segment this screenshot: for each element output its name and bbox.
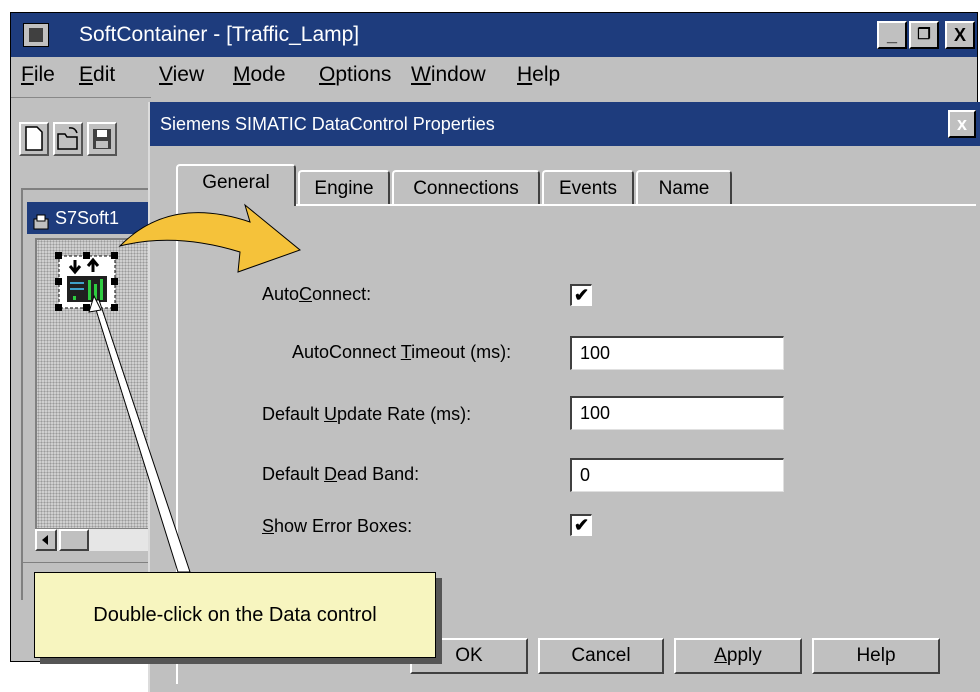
menu-bar: File Edit View Mode Options Window Help	[11, 57, 977, 97]
dead-band-label: Default Dead Band:	[262, 464, 420, 484]
menu-file[interactable]: File	[21, 63, 55, 87]
autoconnect-timeout-field[interactable]	[570, 336, 784, 370]
menu-help[interactable]: Help	[517, 63, 560, 87]
update-rate-label: Default Update Rate (ms):	[262, 404, 472, 424]
scroll-thumb[interactable]	[59, 529, 89, 551]
autoconnect-label: AutoConnect:	[262, 284, 372, 304]
menu-edit[interactable]: Edit	[79, 63, 115, 87]
data-control[interactable]	[55, 252, 118, 311]
new-file-icon	[25, 126, 43, 151]
child-window-title-bar[interactable]: S7Soft1	[27, 202, 153, 234]
tab-general[interactable]: General	[176, 164, 296, 206]
open-file-button[interactable]	[53, 122, 83, 156]
title-bar[interactable]: SoftContainer - [Traffic_Lamp] _ ❐ X	[11, 13, 977, 57]
dialog-title-bar[interactable]: Siemens SIMATIC DataControl Properties x	[150, 102, 980, 146]
tab-events[interactable]: Events	[542, 170, 634, 204]
menu-options[interactable]: Options	[319, 63, 391, 87]
app-icon[interactable]	[23, 23, 49, 47]
open-folder-icon	[57, 127, 78, 150]
show-error-boxes-checkbox[interactable]: ✔	[570, 514, 592, 536]
apply-button[interactable]: Apply	[674, 638, 802, 674]
restore-button[interactable]: ❐	[909, 21, 939, 49]
instruction-callout: Double-click on the Data control	[34, 572, 436, 658]
horizontal-scrollbar[interactable]	[35, 528, 153, 551]
show-error-boxes-label: Show Error Boxes:	[262, 516, 413, 536]
arrow-left-icon	[42, 535, 48, 545]
help-button[interactable]: Help	[812, 638, 940, 674]
dialog-close-button[interactable]: x	[948, 110, 976, 138]
update-rate-field[interactable]	[570, 396, 784, 430]
container-icon	[33, 209, 51, 230]
autoconnect-checkbox[interactable]: ✔	[570, 284, 592, 306]
window-title: SoftContainer - [Traffic_Lamp]	[79, 23, 360, 46]
minimize-button[interactable]: _	[877, 21, 907, 49]
save-disk-icon	[93, 129, 111, 149]
toolbar	[11, 97, 151, 156]
scroll-left-button[interactable]	[35, 529, 57, 551]
tab-name[interactable]: Name	[636, 170, 732, 204]
close-button[interactable]: X	[945, 21, 975, 49]
child-window: S7Soft1	[21, 188, 155, 600]
dead-band-field[interactable]	[570, 458, 784, 492]
save-file-button[interactable]	[87, 122, 117, 156]
tab-engine[interactable]: Engine	[298, 170, 390, 204]
data-control-icon	[55, 252, 118, 311]
tab-connections[interactable]: Connections	[392, 170, 540, 204]
menu-mode[interactable]: Mode	[233, 63, 286, 87]
autoconnect-timeout-label: AutoConnect Timeout (ms):	[292, 342, 512, 362]
design-canvas[interactable]	[35, 238, 155, 530]
child-window-title: S7Soft1	[55, 208, 120, 228]
menu-window[interactable]: Window	[411, 63, 486, 87]
new-file-button[interactable]	[19, 122, 49, 156]
dialog-title: Siemens SIMATIC DataControl Properties	[160, 114, 495, 134]
menu-view[interactable]: View	[159, 63, 204, 87]
cancel-button[interactable]: Cancel	[538, 638, 664, 674]
